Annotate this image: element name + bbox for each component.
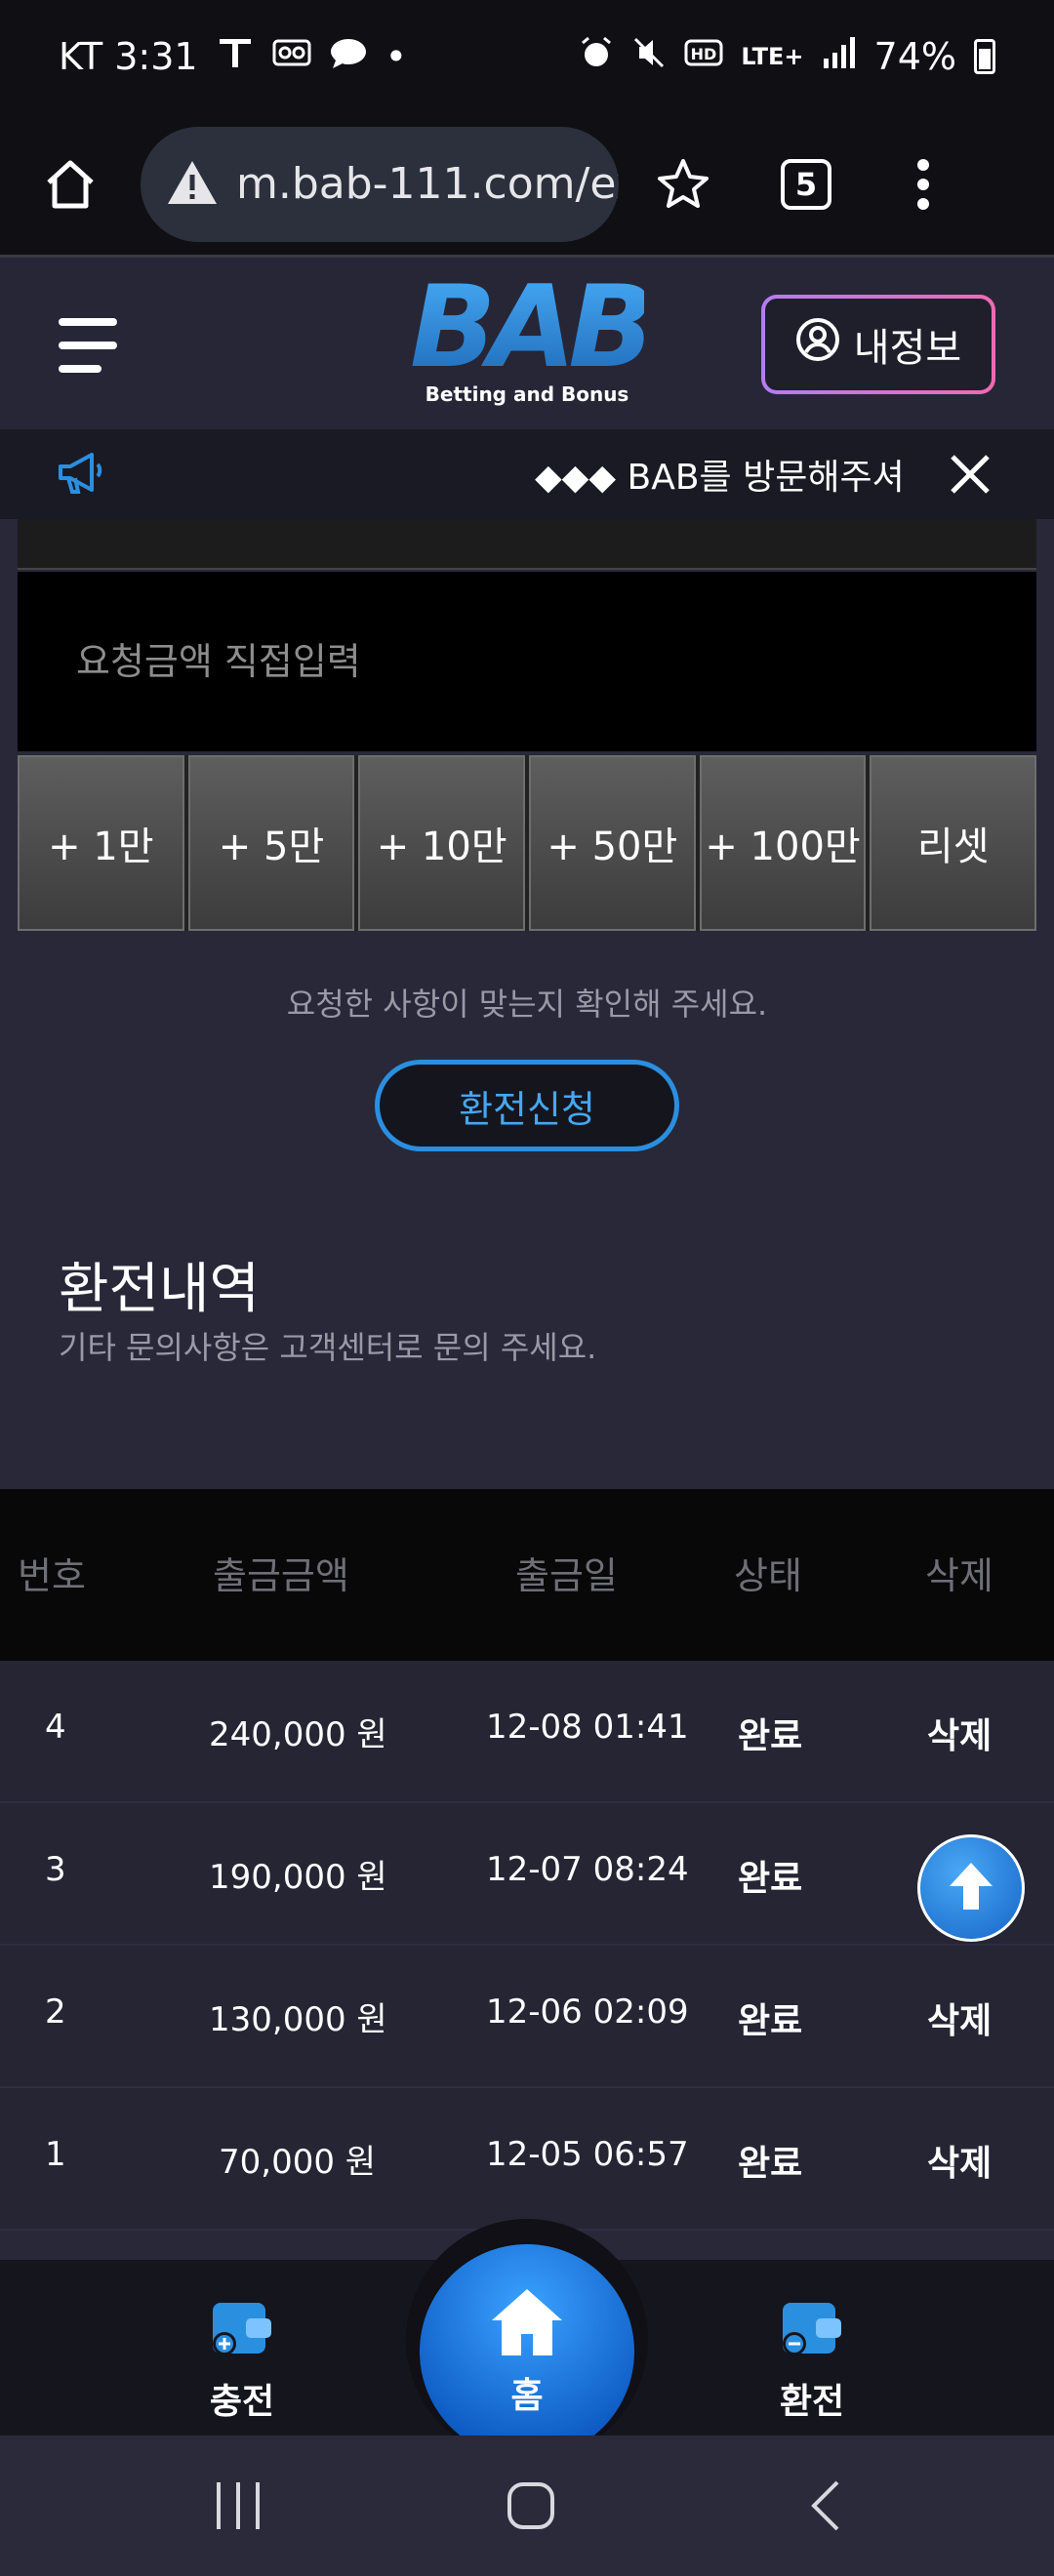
bookmark-star-icon[interactable] <box>648 149 718 220</box>
row-amount: 130,000 원 <box>209 2000 387 2039</box>
home-circle-icon[interactable] <box>506 2478 556 2537</box>
add-50k-button[interactable]: + 5만 <box>187 755 355 931</box>
row-amount: 240,000 원 <box>209 1715 387 1754</box>
row-amount: 70,000 원 <box>219 2143 377 2182</box>
marquee-text: ◆◆◆ BAB를 방문해주셔서 <box>535 458 906 498</box>
history-table-header: 번호 출금금액 출금일 상태 삭제 <box>0 1489 1054 1661</box>
row-status: 완료 <box>738 2144 803 2184</box>
add-10k-button[interactable]: + 1만 <box>18 755 184 931</box>
voicemail-icon <box>272 35 311 79</box>
mute-icon <box>631 35 667 79</box>
row-delete-button[interactable]: 삭제 <box>927 1708 992 1758</box>
network-label: LTE+ <box>741 43 804 70</box>
nav-charge-label: 충전 <box>209 2382 275 2422</box>
row-delete-button[interactable]: 삭제 <box>927 1992 992 2043</box>
col-number: 번호 <box>18 1554 86 1597</box>
house-icon <box>488 2285 566 2363</box>
row-status: 완료 <box>738 2001 803 2041</box>
row-date: 12-05 06:57 <box>486 2135 689 2174</box>
notification-icon <box>216 35 255 79</box>
hamburger-menu-icon[interactable] <box>59 318 117 373</box>
logo-text: BAB <box>410 262 655 393</box>
url-text: m.bab-111.com/ex <box>236 159 619 209</box>
add-500k-button[interactable]: + 50만 <box>529 755 696 931</box>
nav-exchange-label: 환전 <box>779 2382 845 2422</box>
confirm-text: 요청한 사항이 맞는지 확인해 주세요. <box>286 986 768 1023</box>
site-header: BAB Betting and Bonus 내정보 <box>0 258 1054 429</box>
col-amount: 출금금액 <box>213 1554 349 1597</box>
notice-marquee: ◆◆◆ BAB를 방문해주셔서 <box>0 429 1054 519</box>
wallet-minus-icon <box>777 2303 847 2365</box>
amount-input[interactable] <box>18 572 1036 751</box>
col-status: 상태 <box>734 1554 802 1597</box>
signal-icon <box>822 35 857 79</box>
apply-exchange-button[interactable]: 환전신청 <box>375 1060 679 1151</box>
tabs-button[interactable]: 5 <box>771 149 841 220</box>
form-top-strip <box>18 519 1036 570</box>
scroll-to-top-button[interactable] <box>917 1834 1025 1942</box>
row-amount: 190,000 원 <box>209 1858 387 1897</box>
chat-bubble-icon <box>329 35 368 79</box>
more-menu-icon[interactable] <box>888 149 958 220</box>
browser-toolbar: m.bab-111.com/ex 5 <box>0 113 1054 258</box>
row-status: 완료 <box>738 1716 803 1756</box>
tab-count: 5 <box>781 158 831 210</box>
nav-exchange[interactable]: 환전 <box>734 2295 890 2424</box>
row-number: 4 <box>45 1708 66 1747</box>
table-row: 2 130,000 원 12-06 02:09 완료 삭제 <box>0 1946 1054 2088</box>
table-row: 4 240,000 원 12-08 01:41 완료 삭제 <box>0 1661 1054 1803</box>
quick-amount-buttons: + 1만 + 5만 + 10만 + 50만 + 100만 리셋 <box>18 755 1037 931</box>
recent-apps-icon[interactable] <box>213 2478 264 2537</box>
url-bar[interactable]: m.bab-111.com/ex <box>141 126 619 242</box>
row-date: 12-08 01:41 <box>486 1708 689 1747</box>
svg-text:HD: HD <box>691 45 717 63</box>
dot-indicator: • <box>385 35 408 78</box>
history-title: 환전내역 <box>59 1258 261 1321</box>
carrier-time: KT 3:31 <box>59 35 198 78</box>
row-delete-button[interactable]: 삭제 <box>927 2135 992 2186</box>
logo-subtitle: Betting and Bonus <box>425 382 629 406</box>
my-info-button[interactable]: 내정보 <box>761 295 995 394</box>
close-icon[interactable] <box>943 447 997 502</box>
col-delete: 삭제 <box>925 1554 993 1597</box>
battery-icon <box>974 39 995 74</box>
row-status: 완료 <box>738 1859 803 1899</box>
back-icon[interactable] <box>806 2478 845 2537</box>
arrow-up-icon <box>944 1857 998 1919</box>
android-navigation-bar <box>0 2435 1054 2576</box>
nav-charge[interactable]: 충전 <box>164 2295 320 2424</box>
site-logo[interactable]: BAB Betting and Bonus <box>410 262 655 418</box>
my-info-label: 내정보 <box>853 326 962 371</box>
row-number: 3 <box>45 1850 66 1889</box>
row-date: 12-06 02:09 <box>486 1992 689 2032</box>
history-subtitle: 기타 문의사항은 고객센터로 문의 주세요. <box>59 1329 597 1366</box>
table-row: 3 190,000 원 12-07 08:24 완료 삭제 <box>0 1803 1054 1946</box>
status-bar: KT 3:31 • HD LTE+ 74% <box>0 0 1054 113</box>
hd-icon: HD <box>684 35 723 79</box>
battery-percent: 74% <box>873 35 956 78</box>
user-icon <box>795 317 840 372</box>
add-100k-button[interactable]: + 10만 <box>358 755 526 931</box>
reset-button[interactable]: 리셋 <box>870 755 1037 931</box>
col-date: 출금일 <box>515 1554 618 1597</box>
nav-home-label: 홈 <box>510 2376 544 2416</box>
nav-home-button[interactable]: 홈 <box>420 2244 634 2459</box>
row-date: 12-07 08:24 <box>486 1850 689 1889</box>
megaphone-icon <box>57 451 105 502</box>
row-number: 2 <box>45 1992 66 2032</box>
row-number: 1 <box>45 2135 66 2174</box>
add-1m-button[interactable]: + 100만 <box>699 755 867 931</box>
table-row: 1 70,000 원 12-05 06:57 완료 삭제 <box>0 2088 1054 2231</box>
alarm-icon <box>579 35 614 79</box>
home-icon[interactable] <box>35 149 105 220</box>
warning-icon <box>166 158 219 211</box>
wallet-plus-icon <box>207 2303 277 2365</box>
